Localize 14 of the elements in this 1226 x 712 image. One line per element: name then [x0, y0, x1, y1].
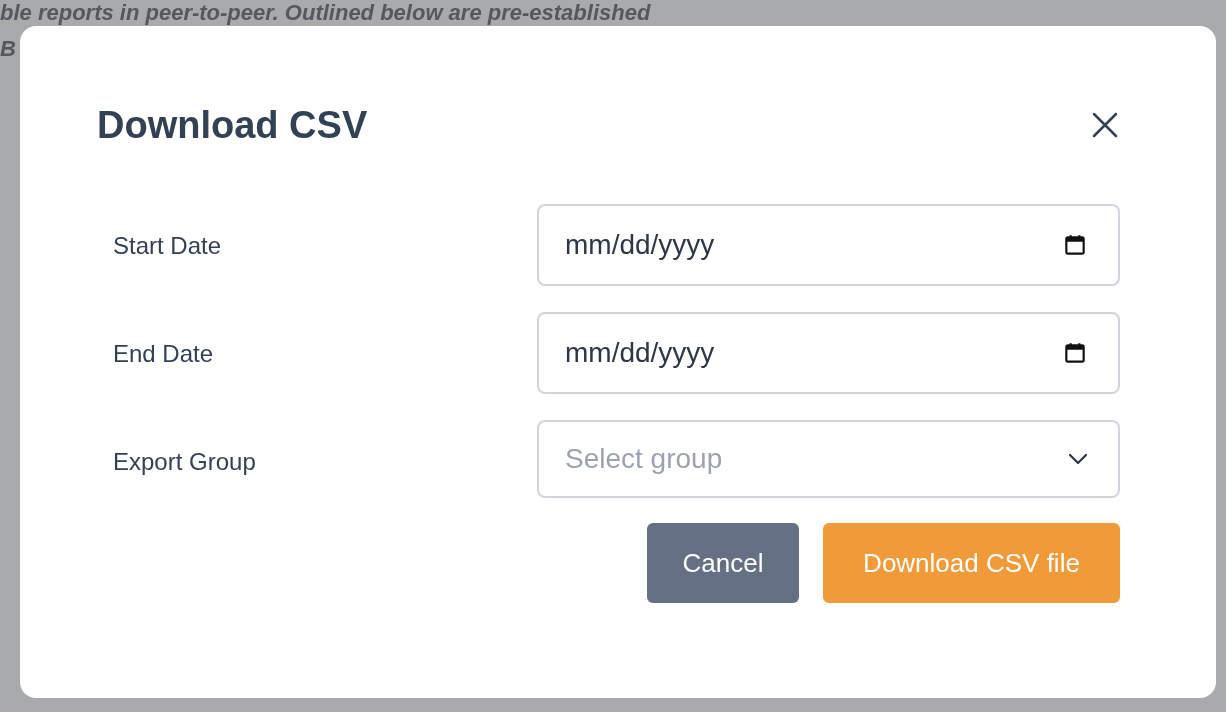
date-field[interactable]: mm/dd/yyyy	[537, 204, 1120, 286]
cancel-button[interactable]: Cancel	[647, 523, 799, 603]
chevron-down-icon	[1068, 453, 1088, 465]
date-field[interactable]: mm/dd/yyyy	[537, 312, 1120, 394]
background-text: B	[0, 36, 16, 62]
field-label: End Date	[113, 339, 214, 369]
close-button[interactable]	[1090, 110, 1120, 140]
group-select[interactable]: Select group	[537, 420, 1120, 498]
dialog-title: Download CSV	[97, 103, 368, 148]
field-label: Export Group	[113, 447, 256, 477]
calendar-icon[interactable]	[1062, 232, 1088, 258]
field-label: Start Date	[113, 231, 222, 261]
calendar-icon[interactable]	[1062, 340, 1088, 366]
background-text: ble reports in peer-to-peer. Outlined below are pre-established	[0, 0, 651, 26]
